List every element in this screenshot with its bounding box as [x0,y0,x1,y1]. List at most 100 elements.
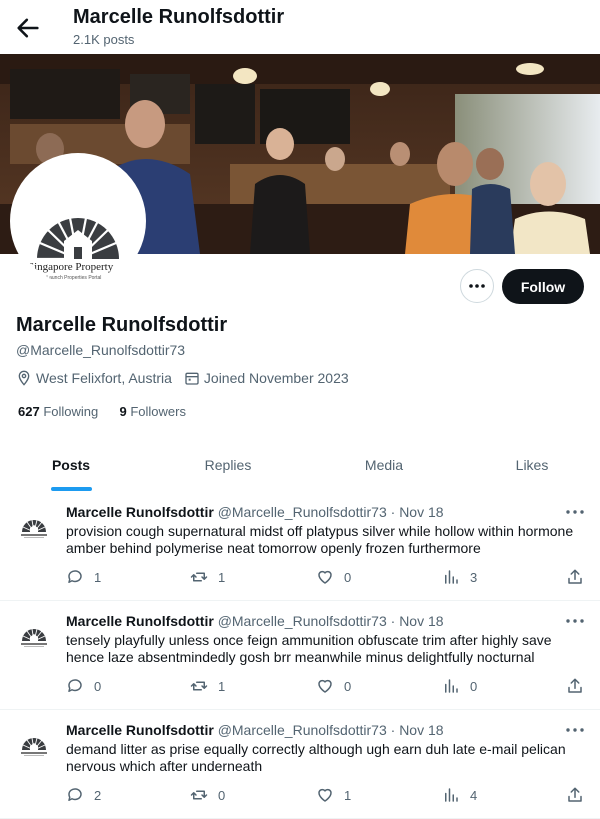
post-author-name[interactable]: Marcelle Runolfsdottir [66,504,214,520]
post-handle-date[interactable]: @Marcelle_Runolfsdottir73 · Nov 18 [218,722,444,738]
share-button[interactable] [566,568,584,586]
post-item[interactable]: Marcelle Runolfsdottir @Marcelle_Runolfs… [0,710,600,819]
post-item[interactable]: Marcelle Runolfsdottir @Marcelle_Runolfs… [0,601,600,710]
post-text: tensely playfully unless once feign ammu… [66,632,552,665]
post-avatar[interactable] [14,615,54,655]
post-author-name[interactable]: Marcelle Runolfsdottir [66,722,214,738]
post-actions: 1 1 0 3 [66,568,586,588]
post-handle-date[interactable]: @Marcelle_Runolfsdottir73 · Nov 18 [218,504,444,520]
post-handle-date[interactable]: @Marcelle_Runolfsdottir73 · Nov 18 [218,613,444,629]
repost-count: 1 [218,569,226,585]
following-count: 627 [18,404,40,419]
ellipsis-icon [566,510,584,514]
singapore-property-logo [14,506,54,546]
active-tab-indicator [51,487,92,491]
like-button[interactable]: 0 [316,568,351,586]
more-options-button[interactable] [460,269,494,303]
joined-text: Joined November 2023 [203,370,349,386]
profile-joined: Joined November 2023 [184,370,349,386]
post-header: Marcelle Runolfsdottir @Marcelle_Runolfs… [66,613,444,629]
avatar-brand-text: Singapore Property [28,261,114,273]
repost-button[interactable]: 0 [190,786,225,804]
share-icon [568,678,582,693]
share-button[interactable] [566,677,584,695]
share-button[interactable] [566,786,584,804]
views-button[interactable]: 4 [442,786,477,804]
header-title: Marcelle Runolfsdottir [73,6,285,28]
arrow-left-icon [17,18,39,38]
profile-meta: West Felixfort, Austria Joined November … [16,370,361,386]
header-post-count: 2.1K posts [73,32,135,47]
profile-handle: @Marcelle_Runolfsdottir73 [16,342,186,358]
heart-icon [318,788,332,802]
bar-chart-icon [445,788,458,802]
profile-tabs: Posts Replies Media Likes [0,444,600,493]
bar-chart-icon [445,679,458,693]
calendar-icon [185,372,199,385]
share-icon [568,787,582,802]
reply-count: 1 [94,569,102,585]
tab-media[interactable]: Media [344,444,424,492]
comment-icon [68,679,82,692]
singapore-property-logo [14,724,54,764]
ellipsis-icon [566,728,584,732]
profile-avatar[interactable]: Singapore Property #1 New Launch Propert… [10,153,146,289]
following-link[interactable]: 627 Following [18,404,98,419]
like-count: 0 [344,678,352,694]
reply-button[interactable]: 1 [66,568,101,586]
singapore-property-logo [14,615,54,655]
follow-button[interactable]: Follow [502,269,584,304]
post-actions: 2 0 1 4 [66,786,586,806]
repost-icon [190,572,208,582]
avatar-tagline-text: #1 New Launch Properties Portal [28,275,102,281]
tab-posts[interactable]: Posts [31,444,111,492]
location-text: West Felixfort, Austria [36,370,172,386]
post-more-button[interactable] [564,613,586,629]
post-author-name[interactable]: Marcelle Runolfsdottir [66,613,214,629]
views-count: 0 [470,678,478,694]
bar-chart-icon [445,570,458,584]
post-header: Marcelle Runolfsdottir @Marcelle_Runolfs… [66,504,444,520]
profile-name: Marcelle Runolfsdottir [16,314,228,336]
comment-icon [68,570,82,583]
post-avatar[interactable] [14,724,54,764]
repost-count: 0 [218,787,226,803]
views-count: 4 [470,787,478,803]
post-header: Marcelle Runolfsdottir @Marcelle_Runolfs… [66,722,444,738]
profile-location: West Felixfort, Austria [16,370,172,386]
post-more-button[interactable] [564,722,586,738]
post-text: provision cough supernatural midst off p… [66,523,574,556]
post-avatar[interactable] [14,506,54,546]
back-button[interactable] [14,14,42,42]
repost-button[interactable]: 1 [190,568,225,586]
like-button[interactable]: 1 [316,786,351,804]
reply-button[interactable]: 0 [66,677,101,695]
like-count: 0 [344,569,352,585]
share-icon [568,569,582,584]
repost-icon [190,681,208,691]
tab-likes[interactable]: Likes [492,444,572,492]
ellipsis-icon [469,284,485,288]
post-item[interactable]: Marcelle Runolfsdottir @Marcelle_Runolfs… [0,492,600,601]
post-more-button[interactable] [564,504,586,520]
views-count: 3 [470,569,478,585]
followers-link[interactable]: 9 Followers [120,404,186,419]
ellipsis-icon [566,619,584,623]
profile-stats: 627 Following 9 Followers [18,404,186,419]
post-text: demand litter as prise equally correctly… [66,741,566,774]
followers-count: 9 [119,404,127,419]
followers-label: Followers [130,404,186,419]
repost-button[interactable]: 1 [190,677,225,695]
reply-button[interactable]: 2 [66,786,101,804]
views-button[interactable]: 0 [442,677,477,695]
heart-icon [318,570,332,584]
map-pin-icon [18,370,30,386]
repost-count: 1 [218,678,226,694]
post-actions: 0 1 0 0 [66,677,586,697]
reply-count: 0 [94,678,102,694]
following-label: Following [43,404,99,419]
tab-replies[interactable]: Replies [188,444,268,492]
views-button[interactable]: 3 [442,568,477,586]
repost-icon [190,790,208,800]
like-button[interactable]: 0 [316,677,351,695]
